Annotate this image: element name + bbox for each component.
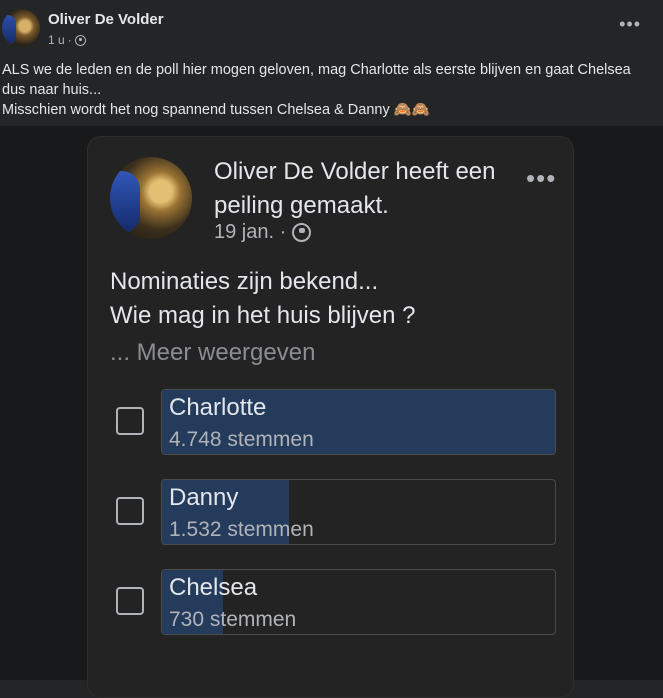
checkbox-icon xyxy=(116,587,144,615)
card-avatar-image-detail xyxy=(110,171,140,233)
option-name: Danny xyxy=(169,484,239,511)
post-meta: 1 u · xyxy=(48,33,86,47)
post-time[interactable]: 1 u xyxy=(48,33,65,47)
card-title: Oliver De Volder heeft een peiling gemaa… xyxy=(214,158,496,219)
poll-bar: Charlotte 4.748 stemmen xyxy=(161,389,556,455)
see-more-link: ... Meer weergeven xyxy=(110,339,316,366)
meta-separator: · xyxy=(67,33,72,47)
globe-icon[interactable] xyxy=(74,34,86,46)
poll-bar: Danny 1.532 stemmen xyxy=(161,479,556,545)
poll-option-danny: Danny 1.532 stemmen xyxy=(116,479,556,547)
post-text-line2: Misschien wordt het nog spannend tussen … xyxy=(2,102,430,118)
option-votes: 1.532 stemmen xyxy=(169,518,314,541)
post-text: ALS we de leden en de poll hier mogen ge… xyxy=(2,60,657,120)
poll-question: Nominaties zijn bekend... Wie mag in het… xyxy=(110,265,415,333)
post-text-line1: ALS we de leden en de poll hier mogen ge… xyxy=(2,62,631,98)
question-line2: Wie mag in het huis blijven ? xyxy=(110,302,416,329)
more-options-icon[interactable]: ••• xyxy=(619,14,641,35)
poll-option-charlotte: Charlotte 4.748 stemmen xyxy=(116,389,556,457)
option-votes: 4.748 stemmen xyxy=(169,428,314,451)
poll-bar: Chelsea 730 stemmen xyxy=(161,569,556,635)
checkbox-icon xyxy=(116,497,144,525)
question-line1: Nominaties zijn bekend... xyxy=(110,268,379,295)
card-meta: 19 jan. · xyxy=(214,221,312,244)
author-name[interactable]: Oliver De Volder xyxy=(48,11,164,28)
card-date: 19 jan. · xyxy=(214,221,287,243)
poll-option-chelsea: Chelsea 730 stemmen xyxy=(116,569,556,637)
option-name: Chelsea xyxy=(169,574,258,601)
poll-screenshot-card: Oliver De Volder heeft een peiling gemaa… xyxy=(87,136,574,698)
option-votes: 730 stemmen xyxy=(169,608,297,631)
author-avatar[interactable] xyxy=(2,9,40,47)
option-name: Charlotte xyxy=(169,394,267,421)
post-header: Oliver De Volder 1 u · ••• xyxy=(0,0,663,56)
post-image[interactable]: Oliver De Volder heeft een peiling gemaa… xyxy=(0,126,663,698)
checkbox-icon xyxy=(116,407,144,435)
card-more-icon: ••• xyxy=(526,163,557,193)
card-avatar xyxy=(110,157,192,239)
avatar-image-detail xyxy=(2,15,16,45)
card-globe-icon xyxy=(292,223,312,242)
